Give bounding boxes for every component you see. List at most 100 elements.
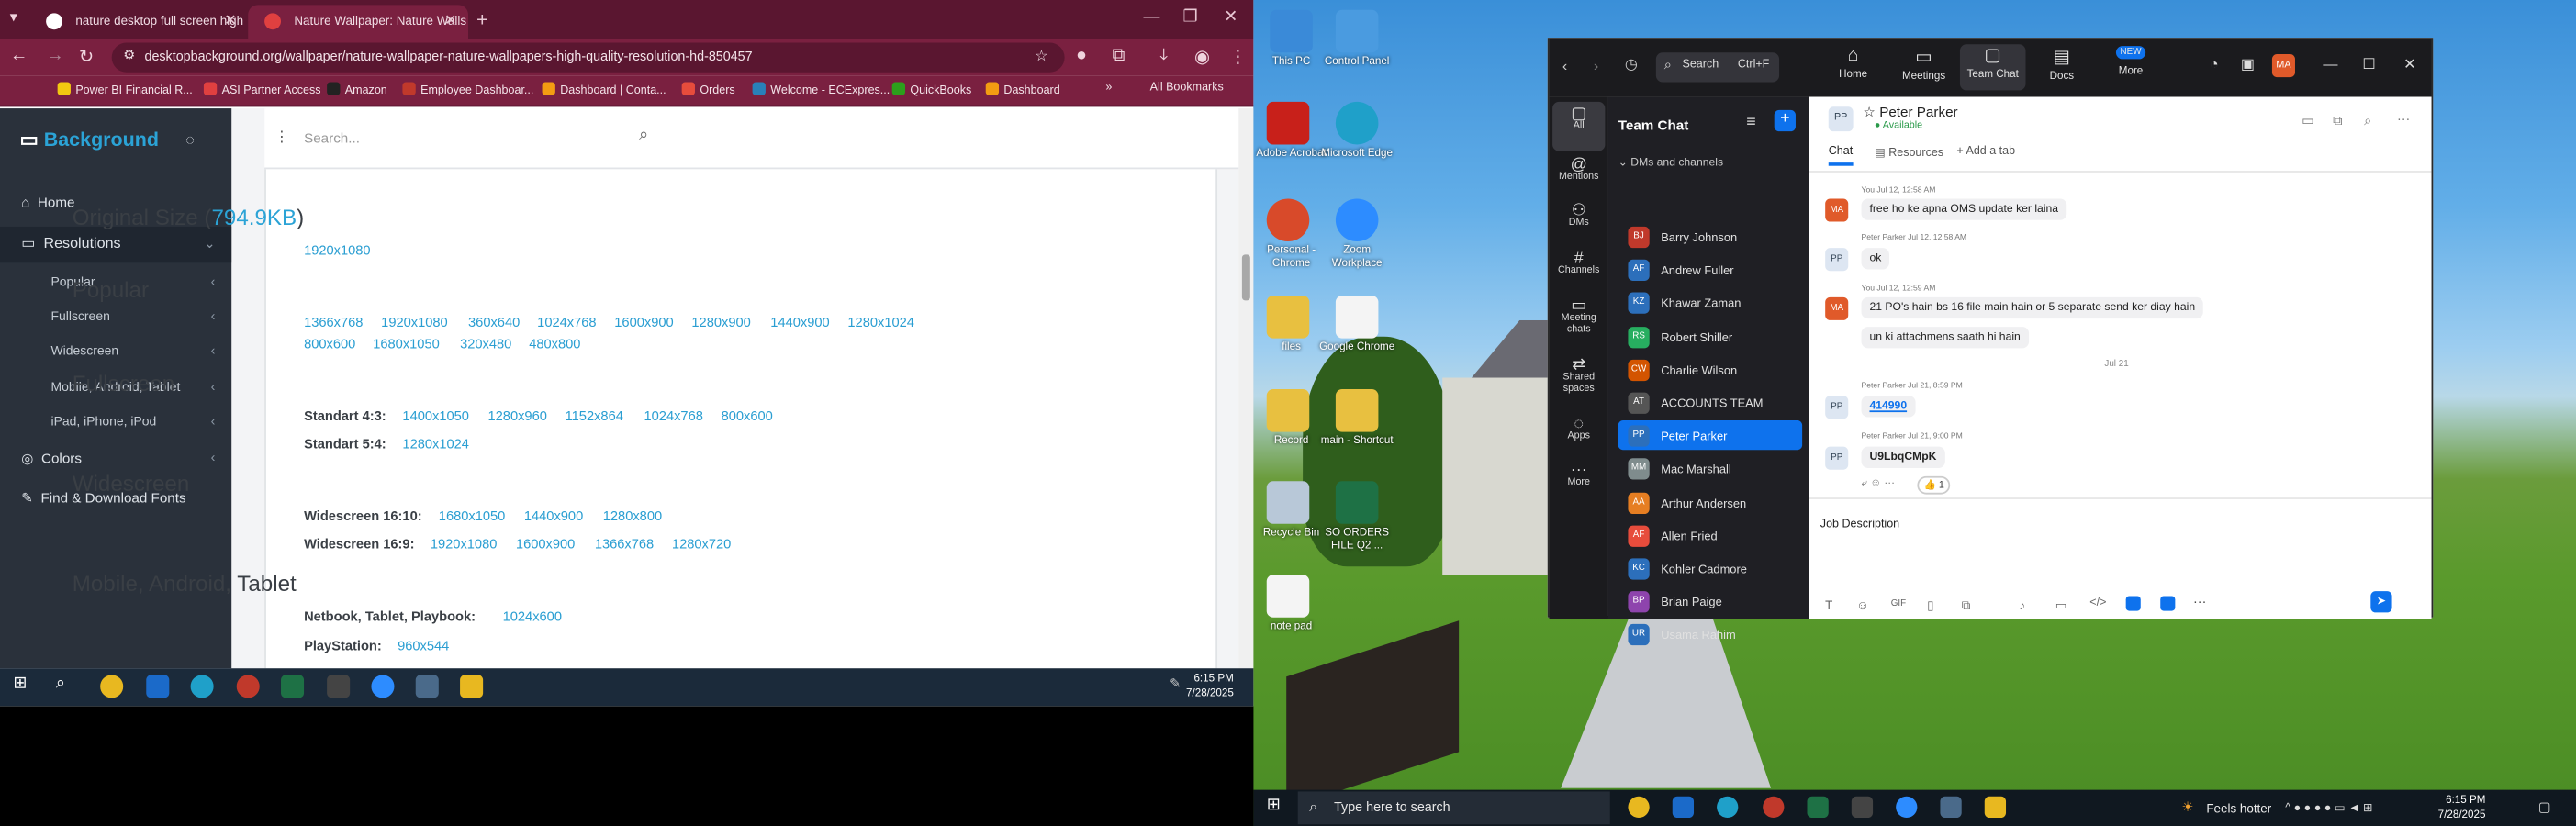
back-icon[interactable]: ‹ (1562, 58, 1567, 74)
nav-team-chat[interactable]: ▢ Team Chat (1959, 44, 2026, 91)
res-link[interactable]: 1280x720 (672, 537, 731, 552)
settings-icon[interactable]: ◌ (185, 131, 195, 148)
folder-icon[interactable] (1266, 389, 1310, 432)
video-message-icon[interactable]: ▭ (2055, 597, 2067, 612)
filter-icon[interactable]: ≡ (1746, 113, 1755, 131)
res-link[interactable]: 800x600 (722, 409, 773, 424)
outlook-icon[interactable] (146, 675, 170, 698)
excel-icon[interactable] (281, 675, 305, 698)
forward-icon[interactable]: → (46, 46, 64, 65)
mic-icon[interactable]: ♪ (2019, 597, 2025, 612)
rail-apps[interactable]: ◌ Apps (1550, 417, 1608, 443)
chat-title[interactable]: ☆ Peter Parker (1863, 104, 1957, 122)
minimize-icon[interactable]: — (2323, 56, 2337, 73)
nav-resolutions[interactable]: ▭ Resolutions ⌄ (0, 226, 232, 263)
chat-list-item[interactable]: RS Robert Shiller (1618, 321, 1802, 351)
bookmark-item[interactable]: ASI Partner Access (203, 82, 321, 97)
download-icon[interactable]: ⤓ (1159, 46, 1168, 67)
bell-icon[interactable]: ◔ (2210, 56, 2219, 73)
res-link[interactable]: 1280x900 (691, 316, 750, 330)
res-link[interactable]: 1440x900 (770, 316, 829, 330)
bookmark-item[interactable]: Orders (681, 82, 735, 97)
video-icon[interactable]: ▭ (2302, 113, 2314, 128)
chrome-profile-icon[interactable] (236, 675, 260, 698)
bookmark-item[interactable]: Dashboard (985, 82, 1060, 97)
section-header[interactable]: ⌄ DMs and channels (1618, 156, 1723, 170)
chrome-icon[interactable] (1628, 796, 1650, 819)
message-text[interactable]: free ho ke apna OMS update ker laina (1861, 198, 2067, 220)
original-res-link[interactable]: 1920x1080 (304, 243, 371, 258)
history-icon[interactable]: ◷ (1625, 56, 1638, 74)
url-field[interactable]: ⚙ desktopbackground.org/wallpaper/nature… (111, 42, 1065, 73)
notification-icon[interactable]: ▢ (2538, 799, 2551, 814)
folder-icon[interactable] (1266, 296, 1310, 339)
edge-icon[interactable] (190, 675, 214, 698)
file-explorer-icon[interactable] (1984, 796, 2007, 819)
emoji-icon[interactable]: ☺ (1856, 597, 1869, 612)
chat-list-item[interactable]: AA Arthur Andersen (1618, 487, 1802, 517)
file-icon[interactable]: ▯ (1927, 597, 1933, 612)
more-options-icon[interactable]: ⋮ (274, 128, 289, 147)
message-text[interactable]: ok (1861, 248, 1890, 270)
avatar[interactable]: MA (2271, 54, 2295, 78)
tab-search[interactable]: nature desktop full screen high ✕ (29, 5, 248, 39)
app-icon[interactable] (327, 675, 351, 698)
scrollbar[interactable] (1238, 108, 1254, 669)
list-title[interactable]: Team Chat (1618, 117, 1689, 133)
nav-fullscreen[interactable]: Fullscreen ‹ (0, 308, 231, 323)
tray-icons[interactable]: ^ ● ● ● ● ▭ ◄ ⊞ (2285, 801, 2372, 815)
gif-icon[interactable]: GIF (1891, 599, 1906, 609)
close-tab-icon[interactable]: ✕ (224, 12, 237, 30)
chat-list-item[interactable]: PP Peter Parker (1618, 420, 1803, 451)
rail-more[interactable]: ··· More (1550, 463, 1608, 489)
maximize-icon[interactable]: ☐ (2362, 56, 2375, 74)
calculator-icon[interactable] (1940, 796, 1962, 819)
chat-list-item[interactable]: BP Brian Paige (1618, 586, 1802, 616)
res-link[interactable]: 1280x1024 (847, 316, 914, 330)
app-icon[interactable] (2160, 596, 2176, 611)
chat-list-item[interactable]: KC Kohler Cadmore (1618, 553, 1802, 583)
site-info-icon[interactable]: ⚙ (123, 48, 135, 62)
rail-dms[interactable]: ⚇ DMs (1550, 203, 1608, 230)
minimize-icon[interactable]: — (1144, 8, 1160, 27)
excel-icon[interactable] (1807, 796, 1829, 819)
message-link[interactable]: 414990 (1861, 396, 1916, 418)
bookmark-item[interactable]: Amazon (327, 82, 387, 97)
res-link[interactable]: 320x480 (460, 337, 511, 352)
tab-chat[interactable]: Chat (1828, 146, 1854, 166)
res-link[interactable]: 1366x768 (304, 316, 363, 330)
menu-icon[interactable]: ⋮ (1229, 46, 1248, 67)
res-link[interactable]: 1400x1050 (402, 409, 469, 424)
res-link[interactable]: 1920x1080 (431, 537, 498, 552)
profile-icon[interactable]: ◉ (1194, 46, 1210, 67)
start-icon[interactable]: ⊞ (13, 675, 36, 698)
rail-channels[interactable]: # Channels (1550, 251, 1608, 278)
rail-mentions[interactable]: @ Mentions (1550, 157, 1608, 184)
search-icon[interactable]: ⌕ (56, 675, 79, 698)
taskbar-search-input[interactable]: ⌕ Type here to search (1297, 791, 1610, 825)
acrobat-icon[interactable] (1266, 101, 1310, 145)
excel-file-icon[interactable] (1335, 481, 1379, 524)
message-text[interactable]: 21 PO's hain bs 16 file main hain or 5 s… (1861, 296, 2204, 319)
chat-list-item[interactable]: AF Allen Fried (1618, 520, 1802, 550)
res-link[interactable]: 1600x900 (614, 316, 673, 330)
zoom-icon[interactable] (1896, 796, 1918, 819)
res-link[interactable]: 1920x1080 (381, 316, 448, 330)
search-icon[interactable]: ⌕ (2364, 113, 2371, 129)
close-tab-icon[interactable]: ✕ (444, 12, 457, 30)
file-icon[interactable] (1335, 296, 1379, 339)
notepad-icon[interactable] (1266, 575, 1310, 618)
zoom-search-input[interactable]: ⌕ Search Ctrl+F (1655, 52, 1780, 83)
nav-colors[interactable]: ◎ Colors ‹ (0, 450, 231, 468)
edge-icon[interactable] (1717, 796, 1739, 819)
bookmark-item[interactable]: Power BI Financial R... (57, 82, 193, 97)
zoom-icon[interactable] (1335, 198, 1379, 242)
tab-resources[interactable]: ▤ Resources (1875, 146, 1943, 160)
site-logo[interactable]: ▭ Background (19, 128, 159, 151)
clock[interactable]: 6:15 PM 7/28/2025 (2438, 793, 2486, 822)
scrollbar-thumb[interactable] (1241, 254, 1250, 301)
nav-docs[interactable]: ▤ Docs (2029, 46, 2095, 83)
close-window-icon[interactable]: ✕ (1224, 8, 1238, 27)
res-link[interactable]: 1024x600 (503, 609, 562, 624)
zoom-icon[interactable] (371, 675, 395, 698)
